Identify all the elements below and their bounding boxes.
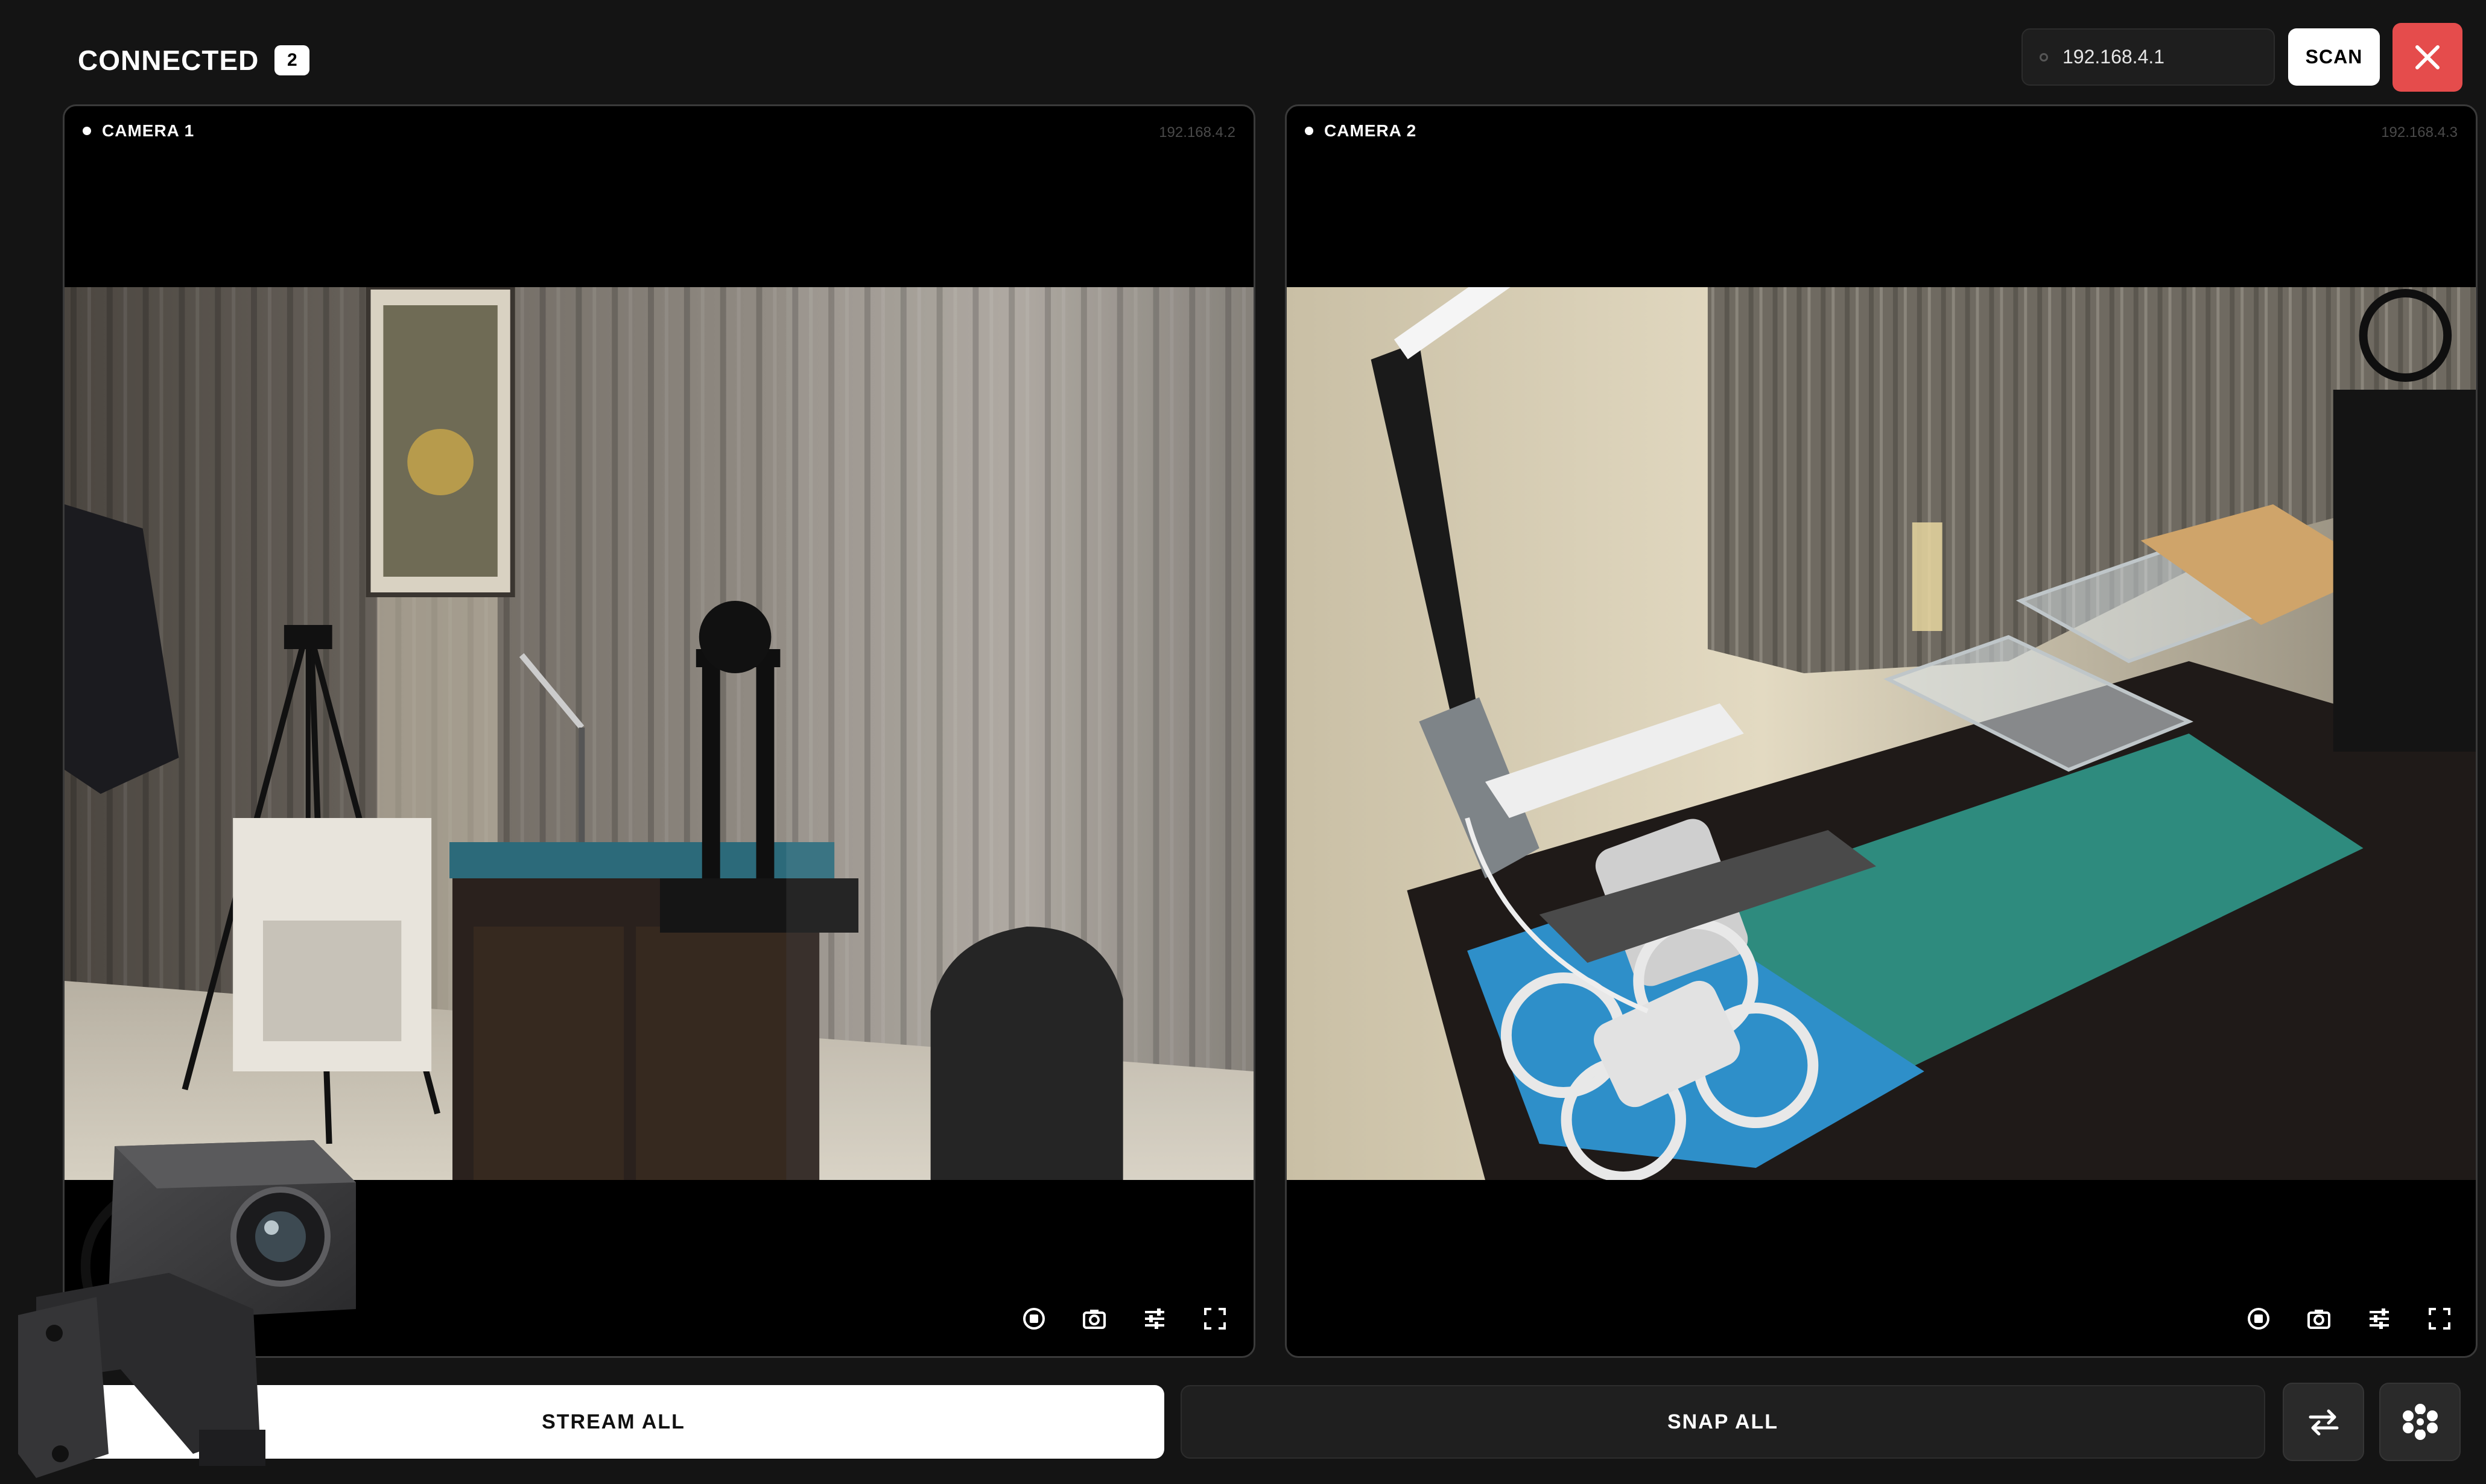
camera-feed-2[interactable] bbox=[1287, 287, 2476, 1180]
ip-address-input[interactable]: 192.168.4.1 bbox=[2021, 28, 2275, 86]
snapshot-icon bbox=[2307, 1310, 2330, 1329]
camera-label: CAMERA 2 bbox=[1305, 121, 1416, 141]
camera-product-graphic bbox=[0, 1116, 374, 1484]
settings-button[interactable] bbox=[1140, 1304, 1169, 1333]
camera-controls bbox=[2244, 1304, 2454, 1333]
fullscreen-button[interactable] bbox=[2425, 1304, 2454, 1333]
camera-ip: 192.168.4.3 bbox=[2381, 124, 2458, 141]
camera-label: CAMERA 1 bbox=[83, 121, 194, 141]
settings-button[interactable] bbox=[2365, 1304, 2394, 1333]
live-indicator-icon bbox=[1305, 127, 1313, 135]
camera-ip: 192.168.4.2 bbox=[1159, 124, 1235, 141]
snap-all-button[interactable]: SNAP ALL bbox=[1181, 1385, 2265, 1459]
snapshot-icon bbox=[1083, 1310, 1106, 1329]
camera-name: CAMERA 2 bbox=[1324, 121, 1417, 140]
gear-icon bbox=[2402, 1404, 2438, 1440]
camera-feed-image bbox=[1287, 287, 2476, 1180]
fullscreen-button[interactable] bbox=[1200, 1304, 1229, 1333]
status-dot-icon bbox=[2040, 52, 2048, 62]
record-icon bbox=[2248, 1308, 2269, 1330]
close-button[interactable] bbox=[2392, 23, 2462, 92]
camera-feed-image bbox=[65, 287, 1254, 1180]
ip-address-value: 192.168.4.1 bbox=[2063, 46, 2165, 68]
page-title: CONNECTED bbox=[78, 45, 259, 76]
camera-feed-1[interactable] bbox=[65, 287, 1254, 1180]
live-indicator-icon bbox=[83, 127, 91, 135]
camera-device-icon bbox=[18, 1140, 356, 1478]
camera-name: CAMERA 1 bbox=[102, 121, 195, 140]
camera-controls bbox=[1019, 1304, 1229, 1333]
snapshot-button[interactable] bbox=[2304, 1304, 2333, 1333]
settings-sliders-icon bbox=[1145, 1308, 1164, 1329]
scan-button[interactable]: SCAN bbox=[2288, 28, 2380, 86]
close-icon bbox=[2415, 45, 2440, 69]
app-root: CONNECTED 2 192.168.4.1 SCAN CAMERA 1 19… bbox=[0, 0, 2486, 1484]
connection-status: CONNECTED 2 bbox=[78, 42, 310, 78]
connected-count-badge: 2 bbox=[274, 45, 310, 75]
settings-sliders-icon bbox=[2370, 1308, 2389, 1329]
record-button[interactable] bbox=[1019, 1304, 1048, 1333]
record-icon bbox=[1023, 1308, 1045, 1330]
fullscreen-icon bbox=[1204, 1308, 1226, 1330]
fullscreen-icon bbox=[2429, 1308, 2450, 1330]
camera-panel-2: CAMERA 2 192.168.4.3 bbox=[1285, 104, 2478, 1358]
record-button[interactable] bbox=[2244, 1304, 2273, 1333]
swap-button[interactable] bbox=[2283, 1383, 2364, 1461]
settings-gear-button[interactable] bbox=[2379, 1383, 2461, 1461]
swap-arrows-icon bbox=[2309, 1409, 2338, 1436]
snapshot-button[interactable] bbox=[1080, 1304, 1109, 1333]
